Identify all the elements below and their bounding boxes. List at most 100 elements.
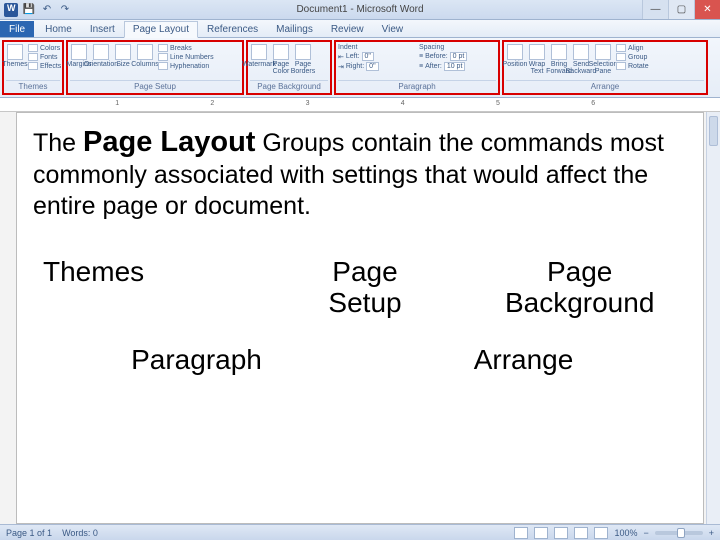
page-borders-button[interactable]: Page Borders [294,44,312,75]
group-themes: Themes Colors Fonts Effects Themes [2,40,64,95]
body-paragraph: The Page Layout Groups contain the comma… [33,125,687,221]
rotate-button[interactable]: Rotate [616,62,649,70]
zoom-value[interactable]: 100% [614,528,637,538]
wrap-text-icon [529,44,545,60]
close-button[interactable]: ✕ [694,0,720,19]
maximize-button[interactable]: ▢ [668,0,694,19]
indent-left-field[interactable]: ⇤ Left: 0" [338,52,415,61]
ruler-tick: 6 [591,100,595,107]
margins-icon [71,44,87,60]
ruler-tick: 5 [496,100,500,107]
labels-row-2: Paragraph Arrange [33,345,687,376]
ruler-tick: 4 [401,100,405,107]
horizontal-ruler[interactable]: 1 2 3 4 5 6 [0,98,720,112]
page-color-icon [273,44,289,60]
group-objects-button[interactable]: Group [616,53,649,61]
size-button[interactable]: Size [114,44,132,68]
selection-pane-button[interactable]: Selection Pane [594,44,612,75]
tab-review[interactable]: Review [322,21,373,37]
status-right: 100% − + [514,527,714,539]
tab-file[interactable]: File [0,21,34,37]
view-draft-button[interactable] [594,527,608,539]
colors-icon [28,44,38,52]
breaks-button[interactable]: Breaks [158,44,214,52]
indent-right-field[interactable]: ⇥ Right: 0" [338,62,415,71]
themes-button[interactable]: Themes [6,44,24,68]
view-full-screen-button[interactable] [534,527,548,539]
size-icon [115,44,131,60]
label-page-setup: Page Setup [258,257,473,319]
ruler-tick: 1 [115,100,119,107]
group-page-setup: Margins Orientation Size Columns Breaks … [66,40,244,95]
breaks-icon [158,44,168,52]
zoom-in-button[interactable]: + [709,528,714,538]
view-print-layout-button[interactable] [514,527,528,539]
theme-colors-button[interactable]: Colors [28,44,61,52]
status-words[interactable]: Words: 0 [62,528,98,538]
document-area: The Page Layout Groups contain the comma… [0,112,720,524]
indent-heading: Indent [338,44,415,51]
group-page-background: Watermark Page Color Page Borders Page B… [246,40,332,95]
status-left: Page 1 of 1 Words: 0 [6,528,98,538]
send-backward-icon [573,44,589,60]
label-arrange: Arrange [360,345,687,376]
quick-access-toolbar: 💾 ↶ ↷ [0,3,72,17]
orientation-icon [93,44,109,60]
group-label-themes: Themes [6,80,60,91]
spacing-before-field[interactable]: ≡ Before: 0 pt [419,52,496,61]
save-icon[interactable]: 💾 [22,3,36,17]
page-borders-icon [295,44,311,60]
line-numbers-button[interactable]: Line Numbers [158,53,214,61]
themes-icon [7,44,23,60]
tab-home[interactable]: Home [36,21,81,37]
ruler-tick: 2 [210,100,214,107]
orientation-button[interactable]: Orientation [92,44,110,68]
window-title: Document1 - Microsoft Word [0,4,720,15]
minimize-button[interactable]: — [642,0,668,19]
tab-mailings[interactable]: Mailings [267,21,322,37]
document-page[interactable]: The Page Layout Groups contain the comma… [16,112,704,524]
effects-icon [28,62,38,70]
tab-references[interactable]: References [198,21,267,37]
spacing-after-field[interactable]: ≡ After: 10 pt [419,62,496,71]
ribbon-tabs: File Home Insert Page Layout References … [0,20,720,38]
scrollbar-thumb[interactable] [709,116,718,146]
position-button[interactable]: Position [506,44,524,68]
spacing-heading: Spacing [419,44,496,51]
zoom-out-button[interactable]: − [643,528,648,538]
view-web-layout-button[interactable] [554,527,568,539]
theme-effects-button[interactable]: Effects [28,62,61,70]
zoom-slider-knob[interactable] [677,528,685,538]
undo-icon[interactable]: ↶ [40,3,54,17]
page-color-button[interactable]: Page Color [272,44,290,75]
tab-insert[interactable]: Insert [81,21,124,37]
fonts-icon [28,53,38,61]
align-icon [616,44,626,52]
group-paragraph: Indent ⇤ Left: 0" ⇥ Right: 0" Spacing ≡ … [334,40,500,95]
group-icon [616,53,626,61]
hyphenation-icon [158,62,168,70]
ruler-tick: 3 [306,100,310,107]
view-outline-button[interactable] [574,527,588,539]
tab-page-layout[interactable]: Page Layout [124,21,198,38]
align-button[interactable]: Align [616,44,649,52]
selection-pane-icon [595,44,611,60]
hyphenation-button[interactable]: Hyphenation [158,62,214,70]
group-label-page-setup: Page Setup [70,80,240,91]
watermark-button[interactable]: Watermark [250,44,268,68]
redo-icon[interactable]: ↷ [58,3,72,17]
tab-view[interactable]: View [373,21,413,37]
status-page[interactable]: Page 1 of 1 [6,528,52,538]
send-backward-button[interactable]: Send Backward [572,44,590,75]
label-themes: Themes [33,257,258,319]
columns-icon [137,44,153,60]
columns-button[interactable]: Columns [136,44,154,68]
wrap-text-button[interactable]: Wrap Text [528,44,546,75]
bring-forward-icon [551,44,567,60]
status-bar: Page 1 of 1 Words: 0 100% − + [0,524,720,540]
zoom-slider[interactable] [655,531,703,535]
group-arrange: Position Wrap Text Bring Forward Send Ba… [502,40,708,95]
theme-fonts-button[interactable]: Fonts [28,53,61,61]
position-icon [507,44,523,60]
vertical-scrollbar[interactable] [706,112,720,524]
